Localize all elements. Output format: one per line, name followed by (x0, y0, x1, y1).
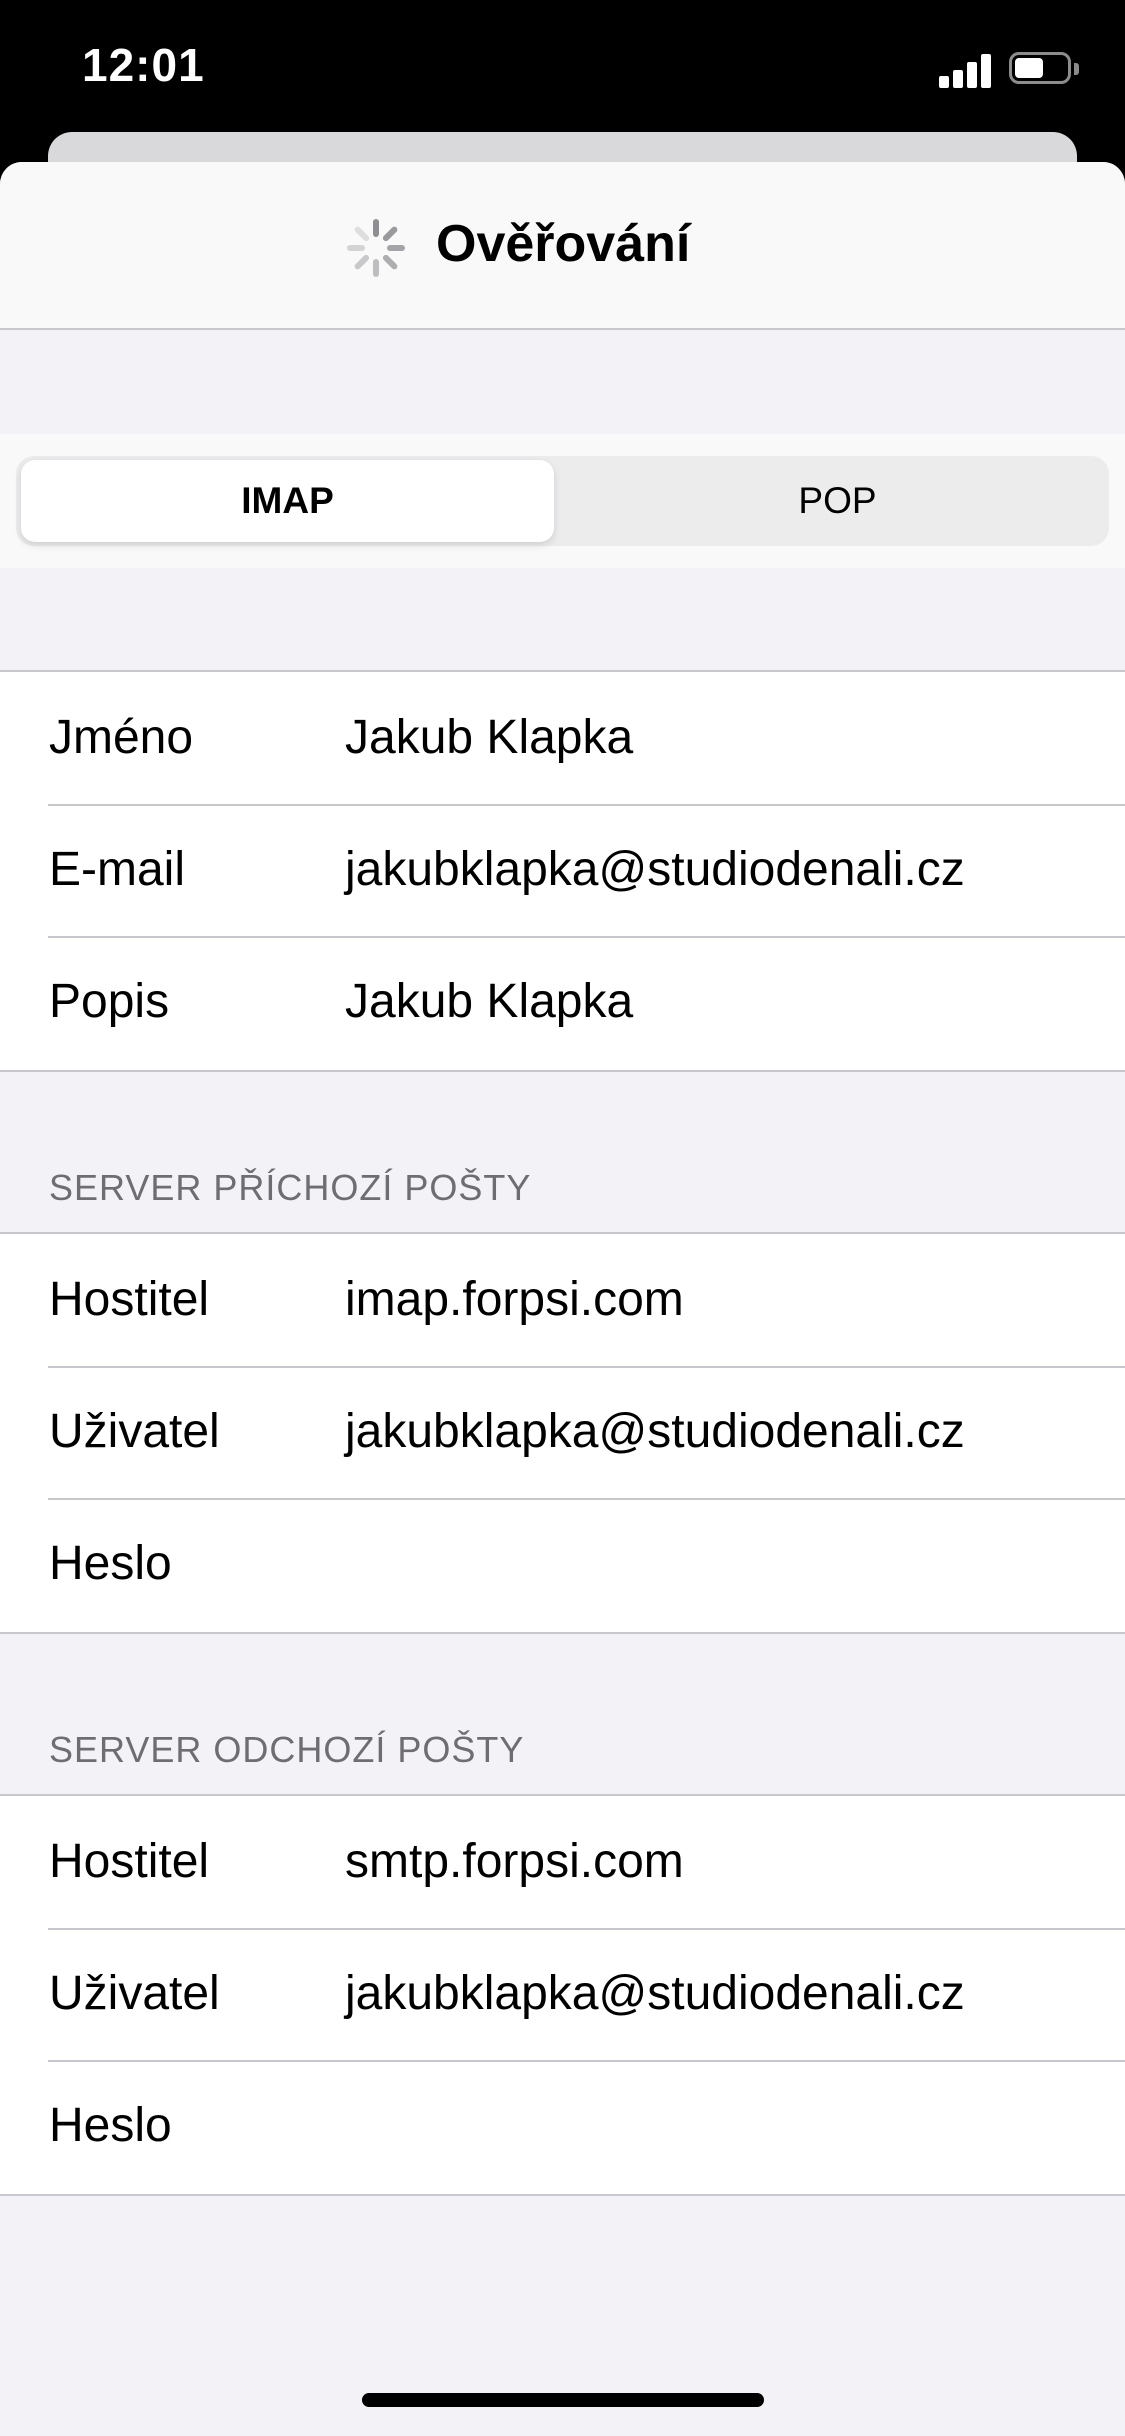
row-label: Hostitel (49, 1835, 210, 1888)
outgoing-host-field[interactable]: smtp.forpsi.com (345, 1796, 684, 1928)
status-bar: 12:01 (0, 0, 1125, 130)
name-field[interactable]: Jakub Klapka (345, 672, 633, 804)
incoming-user-row[interactable]: Uživatel jakubklapka@studiodenali.cz (0, 1366, 1125, 1498)
navigation-bar: Ověřování (0, 162, 1125, 330)
incoming-password-row[interactable]: Heslo (0, 1498, 1125, 1630)
account-email-row[interactable]: E-mail jakubklapka@studiodenali.cz (0, 804, 1125, 936)
protocol-segment-band: IMAP POP (0, 434, 1125, 568)
row-label: Heslo (49, 2099, 172, 2152)
segment-imap[interactable]: IMAP (21, 460, 554, 542)
segment-pop[interactable]: POP (571, 460, 1104, 542)
outgoing-host-row[interactable]: Hostitel smtp.forpsi.com (0, 1796, 1125, 1928)
account-description-row[interactable]: Popis Jakub Klapka (0, 936, 1125, 1068)
battery-icon (1009, 52, 1079, 86)
incoming-host-field[interactable]: imap.forpsi.com (345, 1234, 684, 1366)
cellular-signal-icon (939, 52, 991, 88)
row-label: Popis (49, 975, 170, 1028)
outgoing-server-group: Hostitel smtp.forpsi.com Uživatel jakubk… (0, 1794, 1125, 2196)
page-title: Ověřování (436, 215, 691, 273)
outgoing-user-field[interactable]: jakubklapka@studiodenali.cz (345, 1928, 965, 2060)
row-label: Uživatel (49, 1967, 220, 2020)
battery-level-fill (1015, 58, 1043, 78)
incoming-host-row[interactable]: Hostitel imap.forpsi.com (0, 1234, 1125, 1366)
row-label: Jméno (49, 711, 194, 764)
account-group: Jméno Jakub Klapka E-mail jakubklapka@st… (0, 670, 1125, 1072)
protocol-segmented-control: IMAP POP (16, 456, 1109, 546)
outgoing-password-row[interactable]: Heslo (0, 2060, 1125, 2192)
incoming-user-field[interactable]: jakubklapka@studiodenali.cz (345, 1366, 965, 1498)
row-label: E-mail (49, 843, 186, 896)
incoming-server-group: Hostitel imap.forpsi.com Uživatel jakubk… (0, 1232, 1125, 1634)
incoming-section-header: SERVER PŘÍCHOZÍ POŠTY (49, 1167, 532, 1208)
screen: 12:01 Ověřování IMAP POP Jméno Jakub Kla… (0, 0, 1125, 2436)
account-name-row[interactable]: Jméno Jakub Klapka (0, 672, 1125, 804)
activity-spinner-icon (347, 219, 405, 277)
row-label: Hostitel (49, 1273, 210, 1326)
email-field[interactable]: jakubklapka@studiodenali.cz (345, 804, 965, 936)
row-label: Heslo (49, 1537, 172, 1590)
status-time: 12:01 (82, 39, 205, 91)
home-indicator[interactable] (362, 2393, 764, 2407)
account-sheet: Ověřování IMAP POP Jméno Jakub Klapka E-… (0, 162, 1125, 2436)
row-label: Uživatel (49, 1405, 220, 1458)
description-field[interactable]: Jakub Klapka (345, 936, 633, 1068)
outgoing-section-header: SERVER ODCHOZÍ POŠTY (49, 1729, 525, 1770)
outgoing-user-row[interactable]: Uživatel jakubklapka@studiodenali.cz (0, 1928, 1125, 2060)
